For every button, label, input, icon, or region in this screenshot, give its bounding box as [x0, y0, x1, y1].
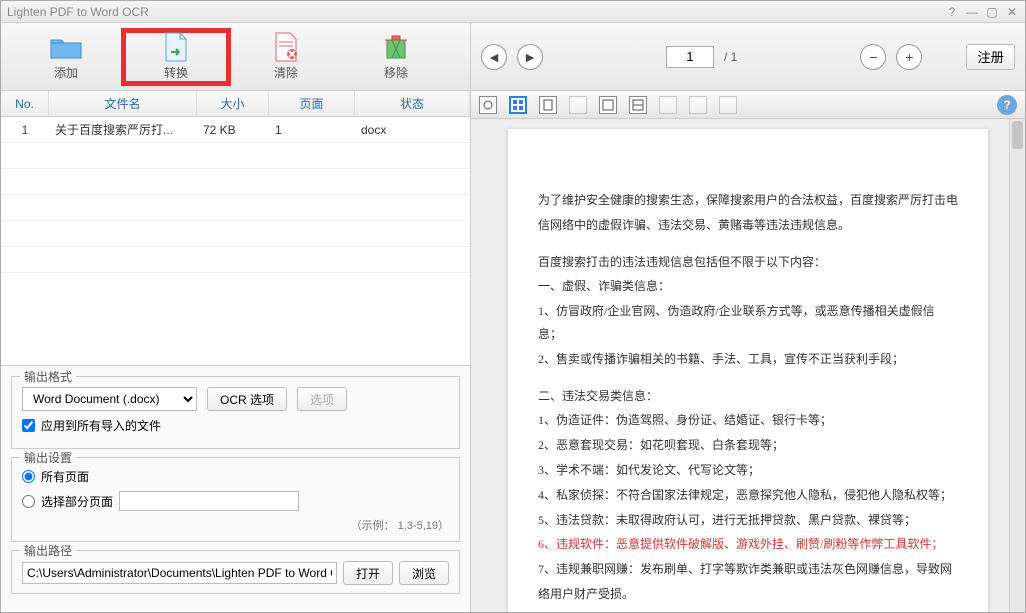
doc-s2-3: 3、学术不端：如代发论文、代写论文等；: [538, 459, 958, 482]
doc-s1-2: 2、售卖或传播诈骗相关的书籍、手法、工具，宣传不正当获利手段；: [538, 348, 958, 371]
clear-label: 清除: [274, 64, 298, 81]
browse-button[interactable]: 浏览: [399, 561, 449, 585]
view-toolbar: ?: [471, 91, 1025, 119]
output-legend: 输出设置: [20, 449, 76, 466]
document-clear-icon: [268, 33, 304, 61]
all-pages-label: 所有页面: [41, 468, 89, 485]
window-title: Lighten PDF to Word OCR: [7, 5, 939, 19]
titlebar: Lighten PDF to Word OCR ? — ▢ ✕: [1, 1, 1025, 23]
doc-s2-1: 1、伪造证件：伪造驾照、身份证、结婚证、银行卡等；: [538, 409, 958, 432]
open-button[interactable]: 打开: [343, 561, 393, 585]
scrollbar-thumb[interactable]: [1012, 121, 1023, 149]
path-legend: 输出路径: [20, 542, 76, 559]
register-button[interactable]: 注册: [966, 44, 1015, 70]
cell-size: 72 KB: [197, 117, 269, 142]
cell-name: 关于百度搜索严厉打...: [49, 117, 197, 142]
col-header-page[interactable]: 页面: [269, 91, 355, 116]
options-button[interactable]: 选项: [297, 387, 347, 411]
col-header-status[interactable]: 状态: [355, 91, 470, 116]
preview-topbar: ◄ ► / 1 − + 注册: [471, 23, 1025, 91]
doc-p2: 信网络中的虚假诈骗、违法交易、黄赌毒等违法违规信息。: [538, 214, 958, 237]
apply-all-checkbox-row[interactable]: 应用到所有导入的文件: [22, 417, 449, 434]
ocr-options-button[interactable]: OCR 选项: [207, 387, 287, 411]
trash-icon: [378, 33, 414, 61]
col-header-name[interactable]: 文件名: [49, 91, 197, 116]
file-table: 1 关于百度搜索严厉打... 72 KB 1 docx: [1, 117, 470, 365]
col-header-no[interactable]: No.: [1, 91, 49, 116]
cell-no: 1: [1, 117, 49, 142]
doc-s2-4: 4、私家侦探：不符合国家法律规定，恶意探究他人隐私，侵犯他人隐私权等；: [538, 484, 958, 507]
output-path-fieldset: 输出路径 打开 浏览: [11, 550, 460, 594]
select-pages-radio[interactable]: [22, 495, 35, 508]
convert-label: 转换: [164, 64, 188, 81]
viewmode-fit-icon[interactable]: [479, 96, 497, 114]
table-row[interactable]: 1 关于百度搜索严厉打... 72 KB 1 docx: [1, 117, 470, 143]
doc-s1: 一、虚假、诈骗类信息：: [538, 275, 958, 298]
viewmode-4-icon[interactable]: [569, 96, 587, 114]
viewmode-6-icon[interactable]: [629, 96, 647, 114]
document-page: 为了维护安全健康的搜索生态，保障搜索用户的合法权益，百度搜索严厉打击电 信网络中…: [508, 129, 988, 612]
path-input[interactable]: [22, 562, 337, 584]
format-legend: 输出格式: [20, 368, 76, 385]
prev-page-button[interactable]: ◄: [481, 44, 507, 70]
select-pages-label: 选择部分页面: [41, 493, 113, 510]
page-number-input[interactable]: [666, 46, 714, 68]
output-settings-fieldset: 输出设置 所有页面 选择部分页面 （示例： 1,3-5,19）: [11, 457, 460, 542]
remove-button[interactable]: 移除: [341, 28, 451, 86]
viewmode-page-icon[interactable]: [539, 96, 557, 114]
viewmode-grid-icon[interactable]: [509, 96, 527, 114]
preview-scrollbar[interactable]: [1009, 119, 1025, 612]
main-toolbar: 添加 转换 清除 移除: [1, 23, 470, 91]
clear-button[interactable]: 清除: [231, 28, 341, 86]
zoom-out-button[interactable]: −: [860, 44, 886, 70]
page-total-label: / 1: [724, 50, 737, 64]
apply-all-label: 应用到所有导入的文件: [41, 417, 161, 434]
format-select[interactable]: Word Document (.docx): [22, 387, 197, 411]
doc-s2-6: 6、违规软件：恶意提供软件破解版、游戏外挂、刷赞/刷粉等作弊工具软件；: [538, 533, 958, 556]
convert-button[interactable]: 转换: [121, 28, 231, 86]
viewmode-5-icon[interactable]: [599, 96, 617, 114]
add-button[interactable]: 添加: [11, 28, 121, 86]
maximize-icon[interactable]: ▢: [985, 5, 999, 19]
doc-p1: 为了维护安全健康的搜索生态，保障搜索用户的合法权益，百度搜索严厉打击电: [538, 189, 958, 212]
add-label: 添加: [54, 64, 78, 81]
minimize-icon[interactable]: —: [965, 5, 979, 19]
folder-open-icon: [48, 33, 84, 61]
all-pages-radio-row[interactable]: 所有页面: [22, 468, 449, 485]
doc-p3: 百度搜索打击的违法违规信息包括但不限于以下内容：: [538, 251, 958, 274]
close-icon[interactable]: ✕: [1005, 5, 1019, 19]
cell-page: 1: [269, 117, 355, 142]
doc-s2-2: 2、恶意套现交易：如花呗套现、白条套现等；: [538, 434, 958, 457]
doc-s2-7: 7、违规兼职网赚：发布刷单、打字等欺诈类兼职或违法灰色网赚信息，导致网: [538, 558, 958, 581]
doc-s2-5: 5、违法贷款：未取得政府认可，进行无抵押贷款、黑户贷款、裸贷等；: [538, 509, 958, 532]
help-icon[interactable]: ?: [997, 95, 1017, 115]
doc-s1-1: 1、仿冒政府/企业官网、伪造政府/企业联系方式等，或恶意传播相关虚假信息；: [538, 300, 958, 346]
help-titlebar-icon[interactable]: ?: [945, 5, 959, 19]
table-header: No. 文件名 大小 页面 状态: [1, 91, 470, 117]
cell-status: docx: [355, 117, 470, 142]
doc-s2-8: 络用户财产受损。: [538, 583, 958, 606]
zoom-in-button[interactable]: +: [896, 44, 922, 70]
remove-label: 移除: [384, 64, 408, 81]
viewmode-9-icon[interactable]: [719, 96, 737, 114]
output-format-fieldset: 输出格式 Word Document (.docx) OCR 选项 选项 应用到…: [11, 376, 460, 449]
doc-s2: 二、违法交易类信息：: [538, 385, 958, 408]
viewmode-7-icon[interactable]: [659, 96, 677, 114]
empty-rows: [1, 143, 470, 273]
page-range-input[interactable]: [119, 491, 299, 511]
document-arrow-icon: [158, 33, 194, 61]
page-range-hint: （示例： 1,3-5,19）: [22, 517, 449, 533]
select-pages-radio-row[interactable]: 选择部分页面: [22, 491, 449, 511]
col-header-size[interactable]: 大小: [197, 91, 269, 116]
viewmode-8-icon[interactable]: [689, 96, 707, 114]
all-pages-radio[interactable]: [22, 470, 35, 483]
apply-all-checkbox[interactable]: [22, 419, 35, 432]
preview-area: 为了维护安全健康的搜索生态，保障搜索用户的合法权益，百度搜索严厉打击电 信网络中…: [471, 119, 1025, 612]
next-page-button[interactable]: ►: [517, 44, 543, 70]
